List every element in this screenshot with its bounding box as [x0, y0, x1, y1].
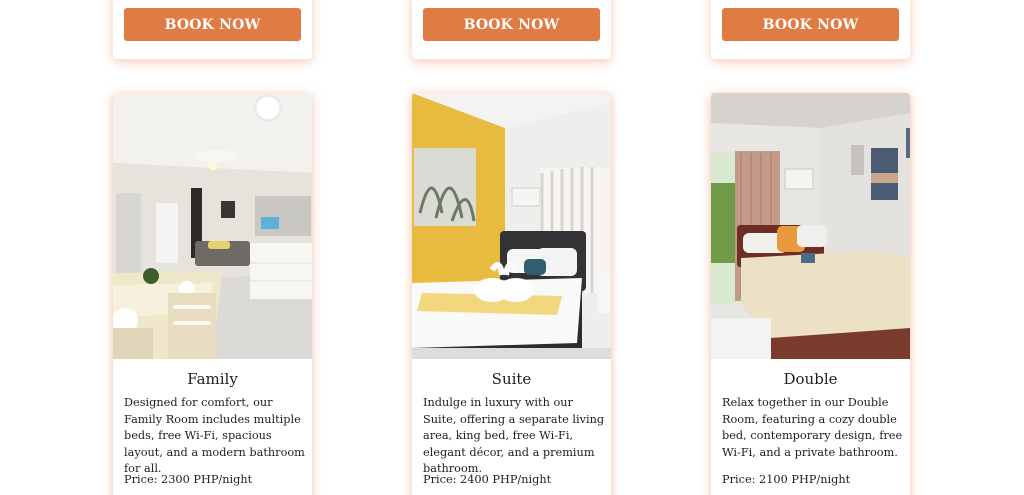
room-card-double: Double Relax together in our Double Room… — [711, 93, 910, 495]
double-room-photo — [711, 93, 910, 359]
family-room-photo — [113, 93, 312, 359]
book-now-button[interactable]: BOOK NOW — [124, 8, 301, 41]
room-card-suite: Suite Indulge in luxury with our Suite, … — [412, 93, 611, 495]
room-card-family: Family Designed for comfort, our Family … — [113, 93, 312, 495]
room-price: Price: 2100 PHP/night — [722, 473, 851, 486]
book-now-button[interactable]: BOOK NOW — [722, 8, 899, 41]
room-description: Relax together in our Double Room, featu… — [722, 396, 903, 459]
room-card-prev-2: BOOK NOW — [412, 0, 611, 59]
rooms-section: BOOK NOW BOOK NOW BOOK NOW Family Design… — [0, 0, 1024, 495]
room-card-prev-3: BOOK NOW — [711, 0, 910, 59]
room-description: Indulge in luxury with our Suite, offeri… — [423, 396, 605, 475]
suite-room-photo — [412, 93, 611, 359]
room-title: Double — [783, 370, 838, 388]
room-price: Price: 2300 PHP/night — [124, 473, 253, 486]
book-now-button[interactable]: BOOK NOW — [423, 8, 600, 41]
room-card-prev-1: BOOK NOW — [113, 0, 312, 59]
room-title: Family — [187, 370, 238, 388]
room-title: Suite — [491, 370, 532, 388]
room-price: Price: 2400 PHP/night — [423, 473, 552, 486]
room-description: Designed for comfort, our Family Room in… — [124, 396, 305, 475]
